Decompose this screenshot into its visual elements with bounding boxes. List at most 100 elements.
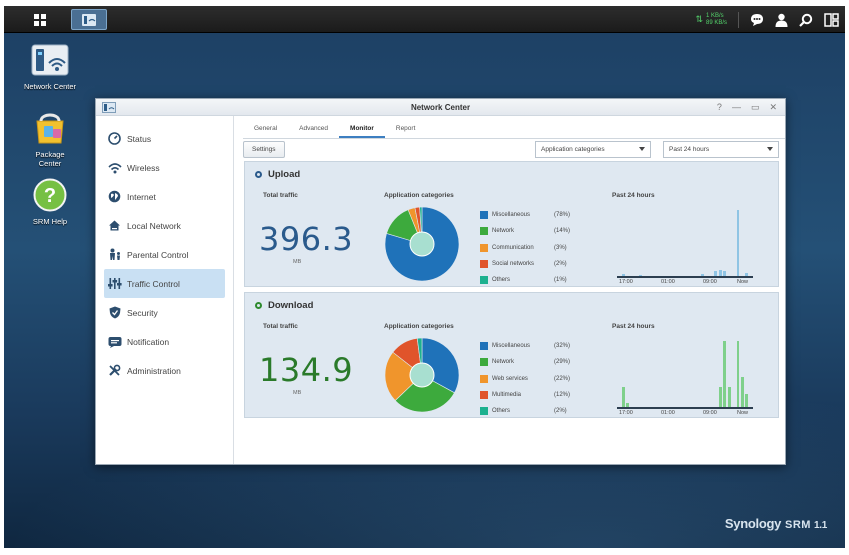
download-history-chart: 17:00 01:00 09:00 Now [617, 337, 753, 416]
tab-general[interactable]: General [243, 120, 288, 138]
category-select-value: Application categories [541, 146, 605, 153]
sidebar-item-wireless[interactable]: Wireless [96, 153, 233, 182]
sidebar-item-parental-control[interactable]: Parental Control [96, 240, 233, 269]
sidebar-item-internet[interactable]: Internet [96, 182, 233, 211]
upload-legend-item: Social networks (2%) [480, 256, 580, 272]
download-total-value: 134.9 [259, 351, 354, 389]
upload-panel: Upload Total traffic 396.3 MB Applicatio… [244, 161, 779, 287]
legend-swatch [480, 407, 488, 416]
download-history-bar [745, 393, 749, 407]
tab-report[interactable]: Report [385, 120, 427, 138]
desktop-icon-network-center[interactable]: Network Center [10, 43, 90, 91]
download-history-bar [621, 387, 625, 407]
download-history-tick: 01:00 [661, 410, 675, 416]
traffic-control-icon [107, 276, 122, 291]
download-history-axis [617, 407, 753, 409]
notification-icon [107, 334, 122, 349]
window-titlebar[interactable]: Network Center ? — ▭ ✕ [96, 99, 785, 116]
desktop-icon-package-center[interactable]: Package Center [10, 109, 90, 168]
legend-swatch [480, 342, 488, 351]
upload-heading: Upload [255, 169, 300, 180]
main-menu-button[interactable] [29, 9, 51, 30]
upload-categories-label: Application categories [384, 192, 454, 199]
sidebar-item-traffic-control[interactable]: Traffic Control [104, 269, 225, 298]
brand-version: 1.1 [813, 520, 827, 531]
maximize-button[interactable]: ▭ [751, 102, 760, 113]
legend-percent: (29%) [554, 359, 571, 366]
main-content: General Advanced Monitor Report Settings… [235, 116, 785, 464]
tab-bar: General Advanced Monitor Report [243, 120, 785, 139]
legend-percent: (12%) [554, 392, 571, 399]
settings-button[interactable]: Settings [243, 141, 285, 158]
user-icon[interactable] [775, 13, 788, 27]
brand-product: SRM [785, 519, 811, 531]
sidebar-item-security[interactable]: Security [96, 298, 233, 327]
upload-pie-center [409, 231, 435, 257]
legend-swatch [480, 211, 488, 220]
legend-percent: (32%) [554, 343, 571, 350]
download-legend: Miscellaneous (32%) Network (29%) Web servic… [480, 338, 580, 419]
legend-label: Others [492, 408, 511, 415]
upload-history-axis [617, 276, 753, 278]
download-history-bar [723, 341, 727, 407]
time-range-select[interactable]: Past 24 hours [663, 141, 779, 158]
upload-title: Upload [268, 169, 301, 180]
upload-legend-item: Network (14%) [480, 223, 580, 239]
chat-icon[interactable] [750, 13, 764, 27]
upload-history-chart: 17:00 01:00 09:00 Now [617, 206, 753, 285]
download-legend-item: Others (2%) [480, 403, 580, 419]
download-ring-icon [255, 302, 262, 309]
download-pie-center [409, 362, 435, 388]
upload-unit: MB [293, 259, 302, 265]
download-history-tick: 09:00 [703, 410, 717, 416]
search-icon[interactable] [799, 13, 813, 27]
legend-label: Network [492, 359, 515, 366]
download-legend-item: Network (29%) [480, 354, 580, 370]
sidebar-item-notification[interactable]: Notification [96, 327, 233, 356]
package-center-icon [36, 113, 64, 144]
upload-total-label: Total traffic [263, 192, 298, 199]
legend-swatch [480, 260, 488, 269]
parental-icon [107, 247, 122, 262]
brand-name: Synology [724, 516, 782, 531]
help-button[interactable]: ? [717, 102, 722, 113]
download-history-tick: 17:00 [619, 410, 633, 416]
tab-monitor[interactable]: Monitor [339, 120, 385, 138]
legend-percent: (1%) [554, 277, 567, 284]
download-rate: 89 KB/s [705, 19, 727, 26]
legend-label: Others [492, 277, 511, 284]
download-history-tick: Now [737, 410, 749, 416]
network-center-icon [82, 13, 96, 26]
legend-label: Network [492, 228, 515, 235]
upload-legend: Miscellaneous (78%) Network (14%) Communicat… [480, 207, 580, 288]
sidebar-item-label: Traffic Control [127, 278, 180, 289]
sidebar-item-administration[interactable]: Administration [96, 356, 233, 385]
upload-legend-item: Communication (3%) [480, 240, 580, 256]
sidebar-item-status[interactable]: Status [96, 124, 233, 153]
sidebar-item-label: Local Network [127, 220, 181, 231]
legend-swatch [480, 358, 488, 367]
synology-srm-brand: Synology SRM 1.1 [725, 516, 827, 531]
download-history-bar [727, 387, 731, 407]
tab-advanced[interactable]: Advanced [288, 120, 339, 138]
minimize-button[interactable]: — [732, 102, 741, 113]
network-rate-indicator[interactable]: ⇅ 1 KB/s 89 KB/s [695, 13, 727, 27]
download-history-bar [740, 377, 744, 407]
download-categories-label: Application categories [384, 323, 454, 330]
taskbar: ⇅ 1 KB/s 89 KB/s [4, 6, 845, 33]
sidebar-item-label: Wireless [127, 162, 160, 173]
desktop-icon-label: Package Center [35, 150, 65, 168]
sidebar-item-local-network[interactable]: Local Network [96, 211, 233, 240]
tools-icon [107, 363, 122, 378]
download-heading: Download [255, 300, 313, 311]
widgets-icon[interactable] [824, 12, 839, 27]
window-title: Network Center [410, 103, 471, 112]
category-select[interactable]: Application categories [535, 141, 651, 158]
download-legend-item: Multimedia (12%) [480, 387, 580, 403]
upload-pie-chart [384, 206, 460, 282]
sidebar-item-label: Security [127, 307, 158, 318]
legend-label: Web services [492, 375, 528, 382]
close-button[interactable]: ✕ [769, 102, 777, 113]
taskbar-network-center-button[interactable] [71, 9, 107, 30]
desktop-icon-srm-help[interactable]: ? SRM Help [10, 178, 90, 226]
